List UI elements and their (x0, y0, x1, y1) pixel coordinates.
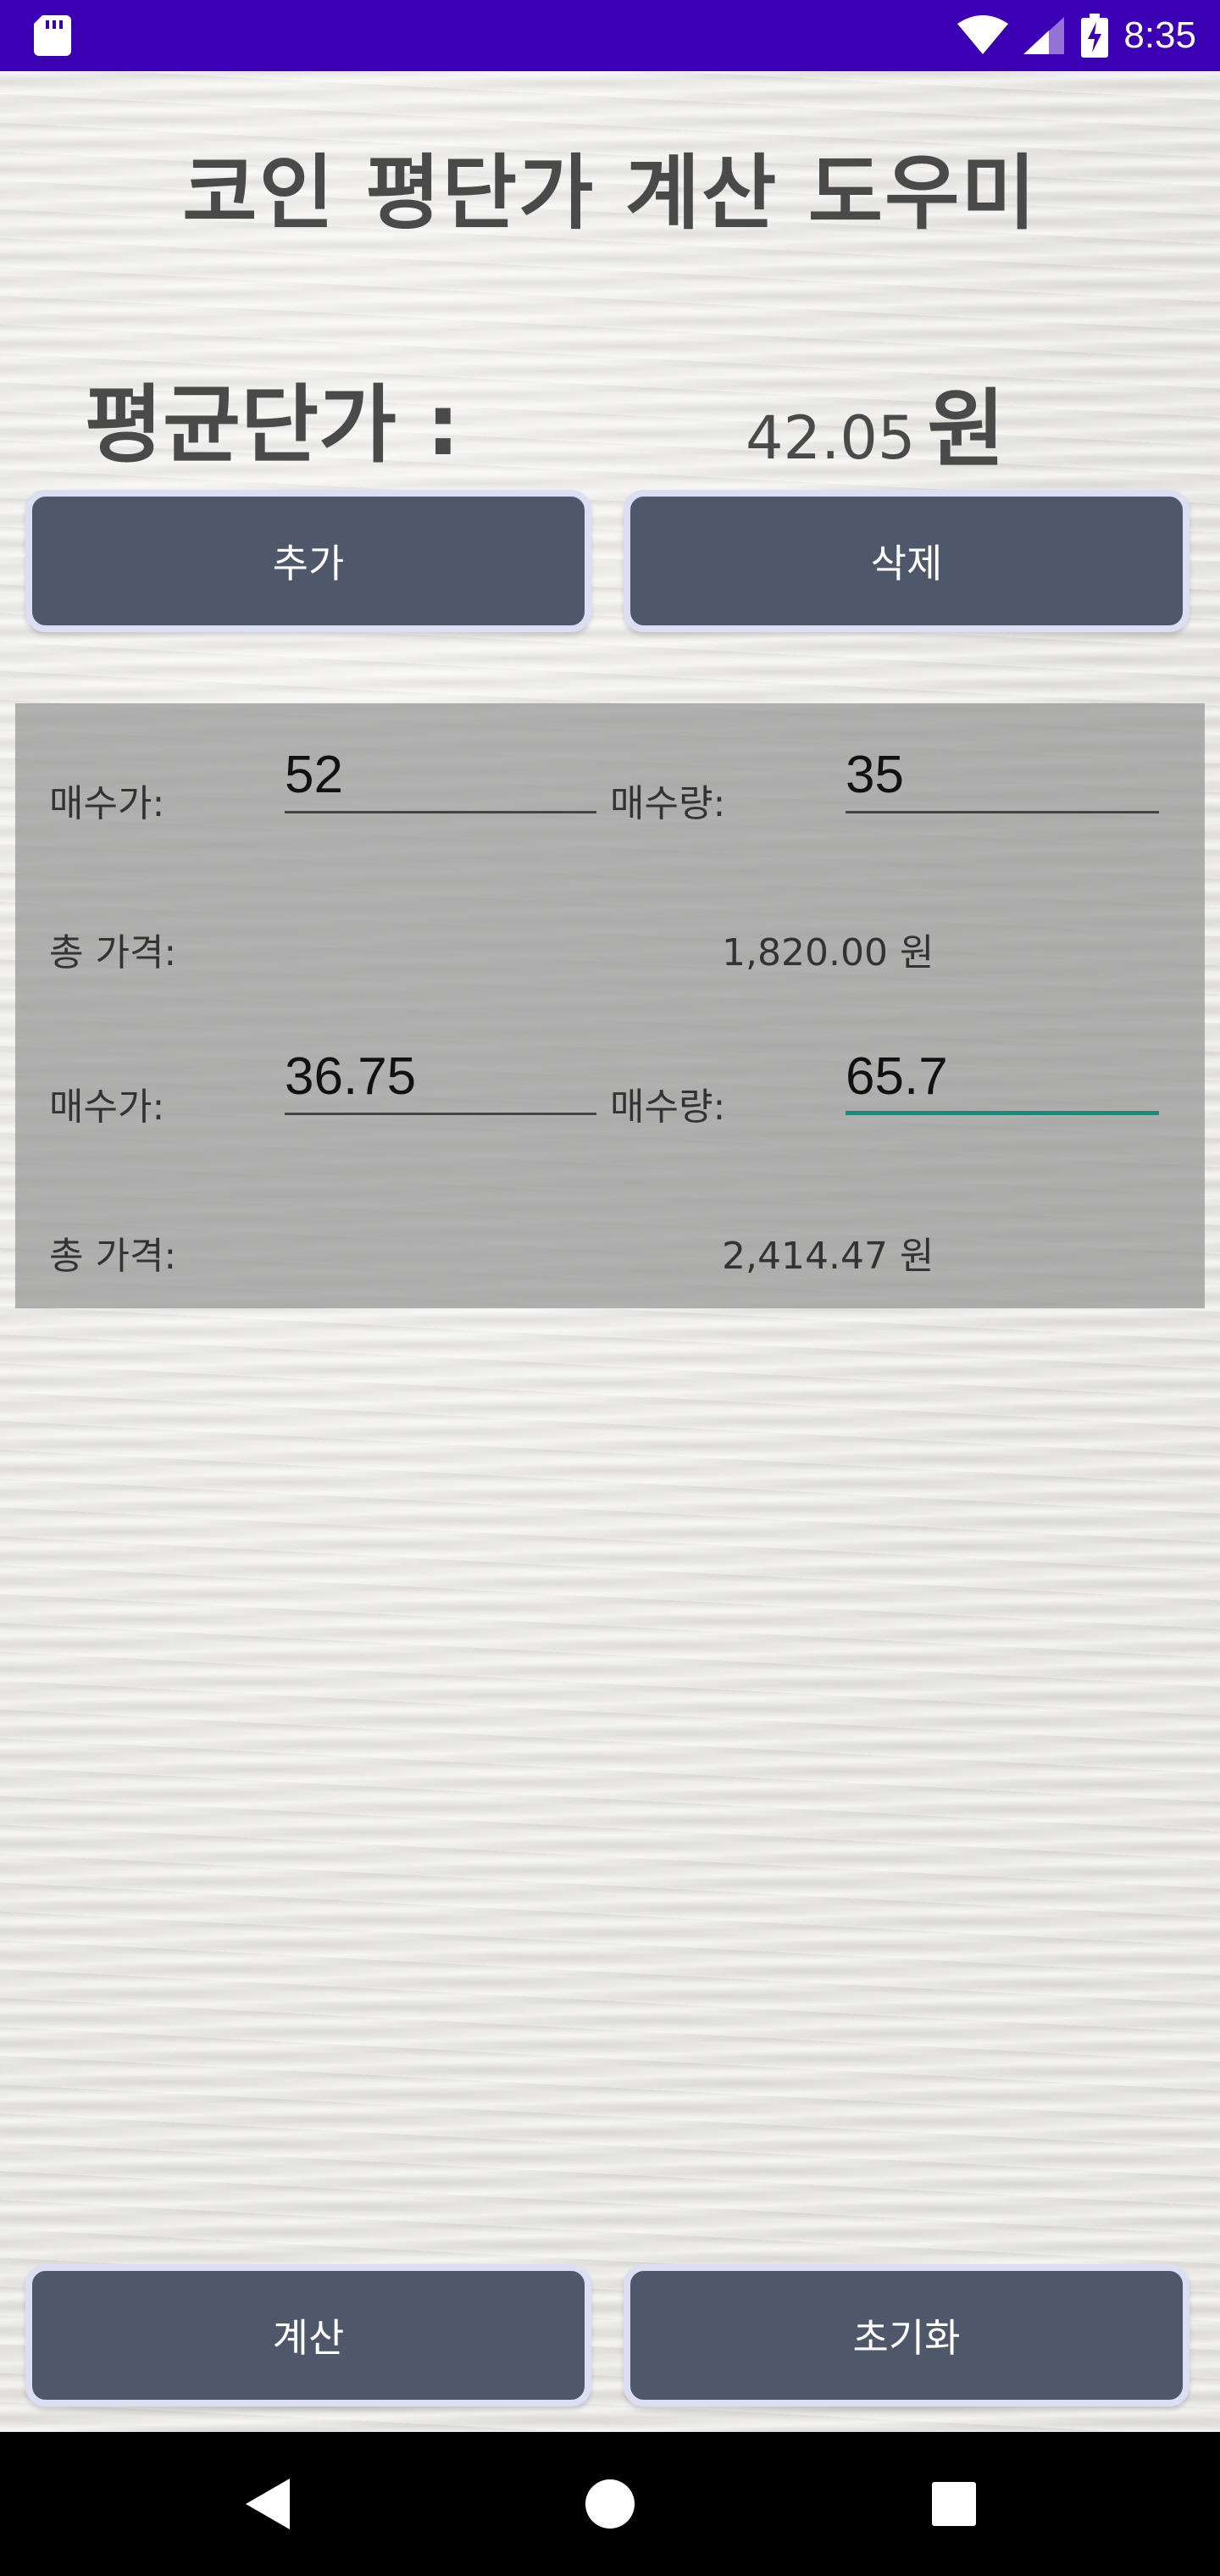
recents-button[interactable] (886, 2432, 1022, 2576)
average-value: 42.05 (746, 403, 916, 473)
price-input[interactable]: 52 (285, 746, 596, 813)
signal-icon (1023, 17, 1065, 54)
quantity-input[interactable]: 35 (846, 746, 1159, 813)
status-bar: 8:35 (0, 0, 1220, 71)
entries-panel: 매수가: 52 매수량: 35 총 가격: 1,820.00 원 매수가: 36… (15, 703, 1205, 1308)
average-display: 42.05 원 (746, 360, 1005, 483)
total-value: 1,820.00 원 (722, 931, 934, 974)
quantity-label: 매수량: (610, 1085, 726, 1129)
total-label: 총 가격: (49, 1235, 177, 1278)
total-value: 2,414.47 원 (722, 1235, 934, 1278)
wifi-icon (957, 15, 1009, 54)
delete-button[interactable]: 삭제 (624, 490, 1190, 632)
total-label: 총 가격: (49, 931, 177, 974)
navigation-bar (0, 2432, 1220, 2576)
recents-icon (932, 2482, 976, 2526)
average-label: 평균단가 : (85, 375, 460, 475)
price-input[interactable]: 36.75 (285, 1047, 596, 1115)
home-button[interactable] (542, 2432, 678, 2576)
sd-card-icon (34, 15, 71, 56)
home-icon (585, 2479, 635, 2529)
clock: 8:35 (1123, 14, 1196, 56)
back-icon (246, 2479, 290, 2529)
battery-charging-icon (1081, 14, 1109, 58)
average-unit: 원 (927, 380, 1006, 479)
price-label: 매수가: (49, 782, 165, 825)
quantity-label: 매수량: (610, 782, 726, 825)
back-button[interactable] (200, 2432, 336, 2576)
calculate-button[interactable]: 계산 (25, 2264, 591, 2407)
reset-button[interactable]: 초기화 (624, 2264, 1190, 2407)
page-title: 코인 평단가 계산 도우미 (182, 146, 1038, 241)
add-button[interactable]: 추가 (25, 490, 591, 632)
quantity-input[interactable]: 65.7 (846, 1047, 1159, 1115)
price-label: 매수가: (49, 1085, 165, 1129)
